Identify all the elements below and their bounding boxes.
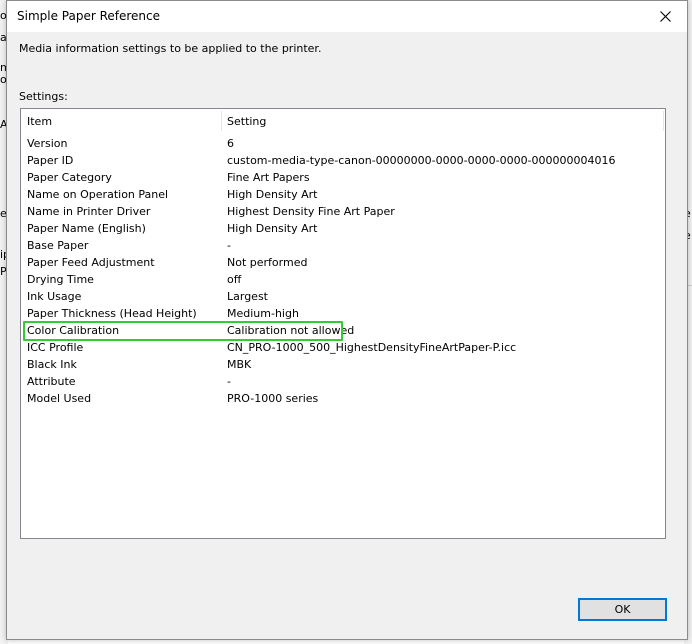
list-item[interactable]: Paper Thickness (Head Height) Medium-hig… — [21, 305, 665, 322]
item-name: Model Used — [27, 392, 92, 405]
item-setting: Highest Density Fine Art Paper — [227, 205, 395, 218]
item-name: Black Ink — [27, 358, 77, 371]
close-button[interactable] — [643, 1, 687, 32]
dialog-title: Simple Paper Reference — [17, 9, 161, 23]
item-setting: 6 — [227, 137, 234, 150]
item-setting: MBK — [227, 358, 252, 371]
item-setting: Largest — [227, 290, 268, 303]
item-setting: Not performed — [227, 256, 308, 269]
item-name: Ink Usage — [27, 290, 82, 303]
item-setting: Fine Art Papers — [227, 171, 310, 184]
list-item[interactable]: Attribute - — [21, 373, 665, 390]
list-item[interactable]: Paper ID custom-media-type-canon-0000000… — [21, 152, 665, 169]
list-item[interactable]: Paper Feed Adjustment Not performed — [21, 254, 665, 271]
settings-list[interactable]: Item Setting Version 6 Paper ID custom-m… — [20, 108, 666, 539]
item-name: Paper Thickness (Head Height) — [27, 307, 197, 320]
item-setting: High Density Art — [227, 222, 318, 235]
item-name: Color Calibration — [27, 324, 120, 337]
simple-paper-reference-dialog: Simple Paper Reference Media information… — [6, 0, 688, 640]
item-name: Paper Name (English) — [27, 222, 146, 235]
item-setting: off — [227, 273, 242, 286]
column-divider[interactable] — [221, 111, 222, 131]
ok-button[interactable]: OK — [578, 598, 667, 621]
item-name: ICC Profile — [27, 341, 84, 354]
item-setting: custom-media-type-canon-00000000-0000-00… — [227, 154, 616, 167]
list-item-color-calibration[interactable]: Color Calibration Calibration not allowe… — [21, 322, 665, 339]
column-divider[interactable] — [663, 111, 664, 131]
item-name: Name on Operation Panel — [27, 188, 169, 201]
list-item[interactable]: Base Paper - — [21, 237, 665, 254]
close-icon — [659, 11, 671, 22]
item-name: Base Paper — [27, 239, 89, 252]
item-name: Attribute — [27, 375, 76, 388]
dialog-description: Media information settings to be applied… — [19, 42, 322, 55]
item-name: Name in Printer Driver — [27, 205, 151, 218]
item-setting: - — [227, 375, 231, 388]
item-name: Paper Category — [27, 171, 112, 184]
list-item[interactable]: Name in Printer Driver Highest Density F… — [21, 203, 665, 220]
item-setting: CN_PRO-1000_500_HighestDensityFineArtPap… — [227, 341, 517, 354]
item-setting: - — [227, 239, 231, 252]
list-item[interactable]: Paper Category Fine Art Papers — [21, 169, 665, 186]
settings-label: Settings: — [19, 90, 68, 103]
column-header-item[interactable]: Item — [27, 115, 52, 128]
item-name: Version — [27, 137, 68, 150]
list-header: Item Setting — [21, 109, 665, 133]
item-setting: Calibration not allowed — [227, 324, 355, 337]
column-header-setting[interactable]: Setting — [227, 115, 266, 128]
list-item[interactable]: Black Ink MBK — [21, 356, 665, 373]
item-setting: High Density Art — [227, 188, 318, 201]
title-bar: Simple Paper Reference — [7, 1, 687, 32]
list-item[interactable]: Version 6 — [21, 135, 665, 152]
ok-button-label: OK — [614, 603, 631, 616]
list-item[interactable]: Paper Name (English) High Density Art — [21, 220, 665, 237]
item-setting: PRO-1000 series — [227, 392, 319, 405]
item-name: Paper Feed Adjustment — [27, 256, 155, 269]
list-item[interactable]: Drying Time off — [21, 271, 665, 288]
list-item[interactable]: Ink Usage Largest — [21, 288, 665, 305]
item-name: Paper ID — [27, 154, 74, 167]
item-setting: Medium-high — [227, 307, 299, 320]
item-name: Drying Time — [27, 273, 94, 286]
list-item[interactable]: Name on Operation Panel High Density Art — [21, 186, 665, 203]
list-item[interactable]: Model Used PRO-1000 series — [21, 390, 665, 407]
list-item[interactable]: ICC Profile CN_PRO-1000_500_HighestDensi… — [21, 339, 665, 356]
